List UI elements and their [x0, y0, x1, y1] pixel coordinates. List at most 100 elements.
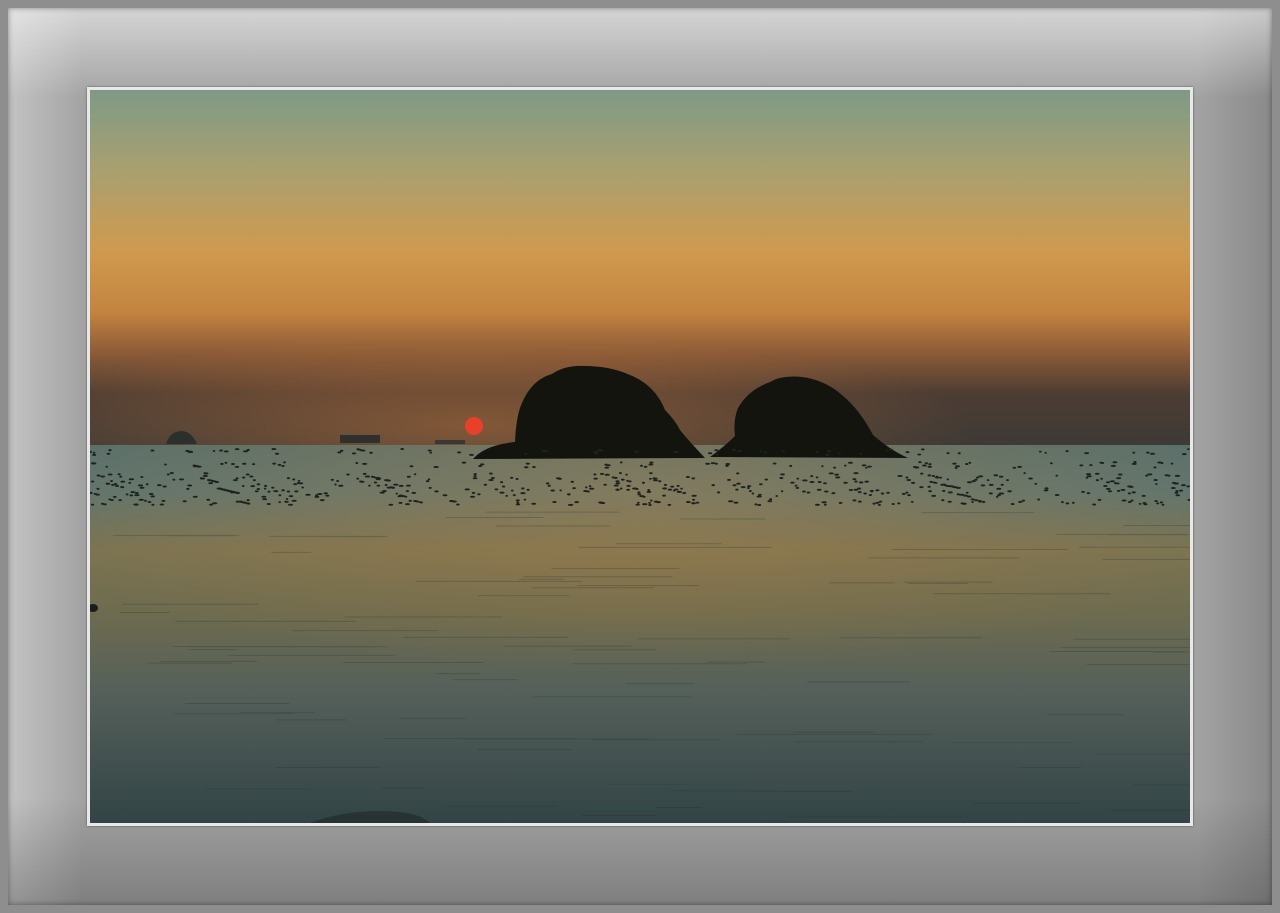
buoy [336, 479, 340, 482]
buoy [398, 484, 404, 487]
buoy [945, 484, 952, 487]
buoy [523, 498, 527, 501]
buoy [206, 498, 211, 501]
buoy [692, 498, 696, 501]
buoy [442, 494, 448, 497]
buoy [1149, 452, 1156, 455]
buoy [728, 500, 734, 503]
buoy [337, 451, 342, 454]
buoy [294, 490, 299, 493]
buoy [105, 482, 111, 485]
buoy [164, 463, 167, 466]
buoy [1095, 479, 1100, 482]
buoy [346, 473, 350, 476]
buoy [90, 503, 95, 506]
buoy [525, 462, 530, 465]
buoy [420, 501, 423, 504]
buoy [112, 495, 117, 498]
buoy [373, 481, 378, 484]
buoy [234, 465, 240, 468]
buoy [857, 491, 862, 494]
buoy [297, 479, 301, 482]
buoy [1038, 450, 1042, 453]
buoy [1116, 489, 1121, 492]
buoy [501, 485, 506, 488]
buoy [815, 476, 819, 479]
buoy [520, 492, 526, 495]
buoy [637, 501, 640, 504]
buoy [232, 479, 238, 482]
buoy [572, 487, 576, 490]
buoy [942, 489, 946, 492]
buoy [246, 448, 250, 451]
buoy [1109, 480, 1115, 483]
buoy [691, 494, 697, 497]
buoy [737, 450, 742, 453]
buoy [816, 488, 822, 491]
buoy [203, 472, 209, 475]
buoy [550, 489, 555, 492]
buoy [413, 473, 417, 476]
buoy [691, 477, 696, 480]
buoy [988, 492, 993, 495]
buoy [593, 451, 599, 454]
buoy [286, 477, 291, 480]
buoy [110, 499, 114, 502]
buoy [588, 485, 592, 488]
buoy [863, 492, 867, 495]
buoy [557, 477, 562, 480]
buoy [1128, 485, 1134, 488]
buoy [139, 486, 145, 489]
buoy [642, 503, 648, 506]
buoy [641, 481, 645, 484]
buoy [405, 490, 410, 493]
buoy [751, 492, 755, 495]
buoy [911, 481, 916, 484]
buoy [250, 485, 256, 488]
buoy [971, 501, 974, 504]
buoy [187, 451, 192, 454]
buoy [214, 480, 220, 483]
buoy [134, 491, 139, 494]
buoy [615, 480, 620, 483]
buoy [510, 476, 514, 479]
buoy [395, 492, 399, 495]
buoy [833, 466, 837, 469]
buoy [740, 486, 746, 489]
buoy [781, 450, 786, 453]
buoy [323, 492, 328, 495]
buoy [1147, 473, 1153, 476]
buoy [472, 477, 478, 480]
buoy [456, 503, 460, 506]
buoy [955, 486, 961, 489]
buoy [256, 488, 261, 491]
buoy [1159, 501, 1164, 504]
buoy [461, 461, 467, 464]
buoy [977, 475, 984, 478]
buoy [129, 494, 134, 497]
buoy [998, 492, 1002, 495]
buoy [200, 477, 206, 480]
buoy [1161, 503, 1165, 506]
buoy [281, 489, 285, 492]
buoy [224, 461, 228, 464]
buoy [339, 449, 344, 452]
buoy [806, 491, 811, 494]
buoy [931, 494, 937, 497]
buoy [247, 502, 251, 505]
buoy [1007, 490, 1012, 493]
buoy [673, 451, 679, 454]
buoy [1167, 474, 1171, 477]
buoy [775, 495, 779, 498]
buoy [1018, 500, 1023, 503]
buoy [924, 462, 929, 465]
buoy [593, 477, 598, 480]
buoy [182, 500, 187, 503]
buoy [853, 472, 859, 475]
buoy [117, 473, 121, 476]
buoy [852, 478, 857, 481]
buoy [906, 479, 912, 482]
buoy [245, 473, 250, 476]
buoy [1153, 466, 1157, 469]
buoy [897, 474, 903, 477]
